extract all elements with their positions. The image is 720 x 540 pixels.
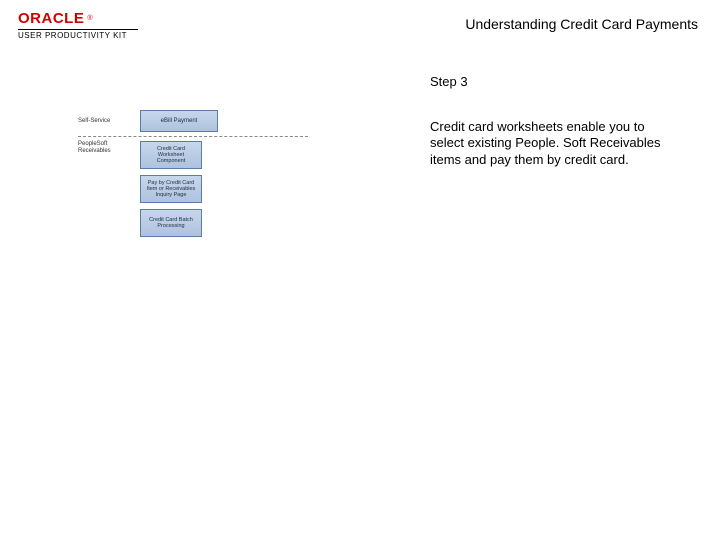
diagram-column: Self-Service eBill Payment PeopleSoft Re… <box>18 110 418 168</box>
diagram-row-receivables: PeopleSoft Receivables Credit Card Works… <box>78 141 308 237</box>
side-label-receivables: PeopleSoft Receivables <box>78 141 134 154</box>
box-credit-card-worksheet: Credit Card Worksheet Component <box>140 141 202 169</box>
logo-divider <box>18 29 138 30</box>
box-ebill-payment: eBill Payment <box>140 110 218 132</box>
diagram-divider <box>78 136 308 137</box>
content: Self-Service eBill Payment PeopleSoft Re… <box>0 110 720 168</box>
step-label: Step 3 <box>430 74 678 89</box>
product-line: USER PRODUCTIVITY KIT <box>18 31 127 40</box>
box-pay-by-credit-card: Pay by Credit Card Item or Receivables I… <box>140 175 202 203</box>
text-column: Step 3 Credit card worksheets enable you… <box>418 110 678 168</box>
side-label-selfservice: Self-Service <box>78 118 134 125</box>
diagram: Self-Service eBill Payment PeopleSoft Re… <box>78 110 308 237</box>
header: ORACLE ® USER PRODUCTIVITY KIT Understan… <box>0 0 720 40</box>
diagram-box-column: Credit Card Worksheet Component Pay by C… <box>140 141 202 237</box>
brand-logo: ORACLE ® USER PRODUCTIVITY KIT <box>18 10 138 40</box>
step-body: Credit card worksheets enable you to sel… <box>430 119 678 168</box>
brand-word: ORACLE <box>18 10 84 27</box>
oracle-logo: ORACLE ® <box>18 10 93 27</box>
diagram-row-selfservice: Self-Service eBill Payment <box>78 110 308 132</box>
brand-trademark: ® <box>87 15 92 22</box>
page-title: Understanding Credit Card Payments <box>465 16 698 32</box>
box-credit-card-batch: Credit Card Batch Processing <box>140 209 202 237</box>
